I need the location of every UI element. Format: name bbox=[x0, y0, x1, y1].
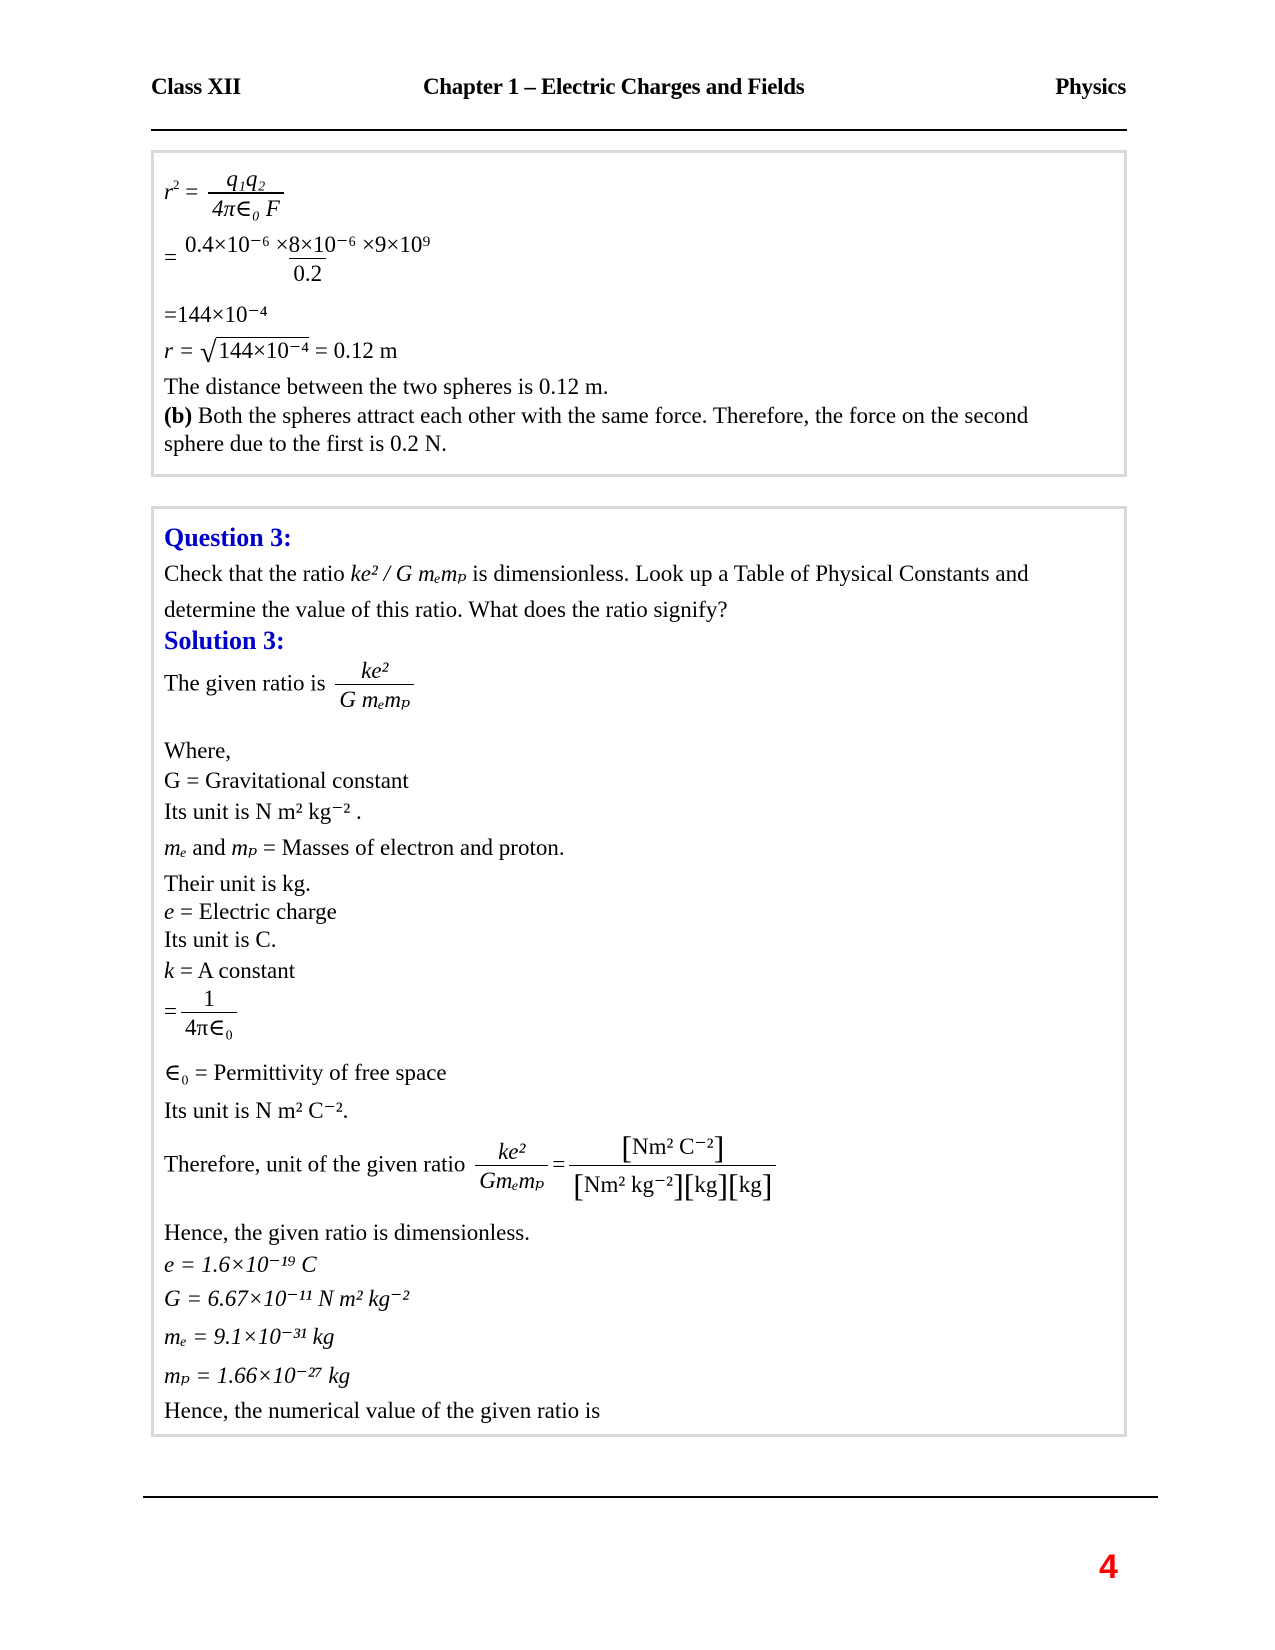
fraction: 1 4π∈₀ bbox=[180, 987, 238, 1039]
fraction: [Nm² C⁻²] [Nm² kg⁻²][kg][kg] bbox=[569, 1131, 777, 1201]
header-class: Class XII bbox=[151, 74, 241, 99]
k-formula: = 1 4π∈₀ bbox=[164, 987, 241, 1039]
question-title: Question 3: bbox=[164, 523, 292, 552]
distance-statement: The distance between the two spheres is … bbox=[164, 374, 609, 399]
question-text-line-1: Check that the ratio ke² / G mₑmₚ is dim… bbox=[164, 561, 1029, 586]
k-definition: k = A constant bbox=[164, 958, 296, 983]
given-ratio: The given ratio is ke² G mₑmₚ bbox=[164, 659, 418, 711]
equation-substitution: = 0.4×10⁻⁶ ×8×10⁻⁶ ×9×10⁹ 0.2 bbox=[164, 233, 438, 285]
masses-unit: Their unit is kg. bbox=[164, 871, 311, 896]
constant-me: mₑ = 9.1×10⁻³¹ kg bbox=[164, 1324, 335, 1349]
fraction: 0.4×10⁻⁶ ×8×10⁻⁶ ×9×10⁹ 0.2 bbox=[184, 232, 431, 286]
equation-r-squared: r2 = q₁q₂ 4π∈₀ F bbox=[164, 167, 288, 220]
epsilon-unit: Its unit is N m² C⁻². bbox=[164, 1098, 349, 1123]
fraction: ke² G mₑmₚ bbox=[335, 659, 415, 711]
header-chapter-title: Chapter 1 – Electric Charges and Fields bbox=[423, 74, 805, 99]
constant-mp: mₚ = 1.66×10⁻²⁷ kg bbox=[164, 1363, 351, 1388]
e-definition: e = Electric charge bbox=[164, 899, 337, 924]
g-definition: G = Gravitational constant bbox=[164, 768, 409, 793]
g-unit: Its unit is N m² kg⁻² . bbox=[164, 799, 362, 824]
equation-result: =144×10⁻⁴ bbox=[164, 302, 268, 327]
where-label: Where, bbox=[164, 738, 232, 763]
page-number: 4 bbox=[1099, 1548, 1118, 1586]
square-root-symbol: √ bbox=[199, 336, 217, 369]
solution-title: Solution 3: bbox=[164, 626, 285, 655]
masses-definition: mₑ and mₚ = Masses of electron and proto… bbox=[164, 835, 565, 860]
equation-r-value: r = √144×10⁻⁴ = 0.12 m bbox=[164, 336, 398, 369]
fraction: ke² Gmₑmₚ bbox=[475, 1140, 549, 1192]
solution-continuation-box: r2 = q₁q₂ 4π∈₀ F = 0.4×10⁻⁶ ×8×10⁻⁶ ×9×1… bbox=[151, 150, 1127, 477]
e-unit: Its unit is C. bbox=[164, 927, 277, 952]
question-text-line-2: determine the value of this ratio. What … bbox=[164, 597, 728, 622]
header-subject: Physics bbox=[1055, 74, 1126, 99]
dimensionless-conclusion: Hence, the given ratio is dimensionless. bbox=[164, 1220, 531, 1245]
question-3-box: Question 3: Check that the ratio ke² / G… bbox=[151, 506, 1127, 1437]
constant-e: e = 1.6×10⁻¹⁹ C bbox=[164, 1252, 317, 1277]
part-b-statement: (b) Both the spheres attract each other … bbox=[164, 403, 1029, 428]
constant-g: G = 6.67×10⁻¹¹ N m² kg⁻² bbox=[164, 1286, 410, 1311]
numerical-value-statement: Hence, the numerical value of the given … bbox=[164, 1398, 601, 1423]
header-divider bbox=[151, 129, 1127, 131]
footer-divider bbox=[143, 1496, 1158, 1498]
part-b-continuation: sphere due to the first is 0.2 N. bbox=[164, 431, 447, 456]
unit-derivation: Therefore, unit of the given ratio ke² G… bbox=[164, 1131, 780, 1201]
fraction: q₁q₂ 4π∈₀ F bbox=[207, 167, 284, 220]
epsilon-definition: ∈₀ = Permittivity of free space bbox=[164, 1060, 447, 1085]
